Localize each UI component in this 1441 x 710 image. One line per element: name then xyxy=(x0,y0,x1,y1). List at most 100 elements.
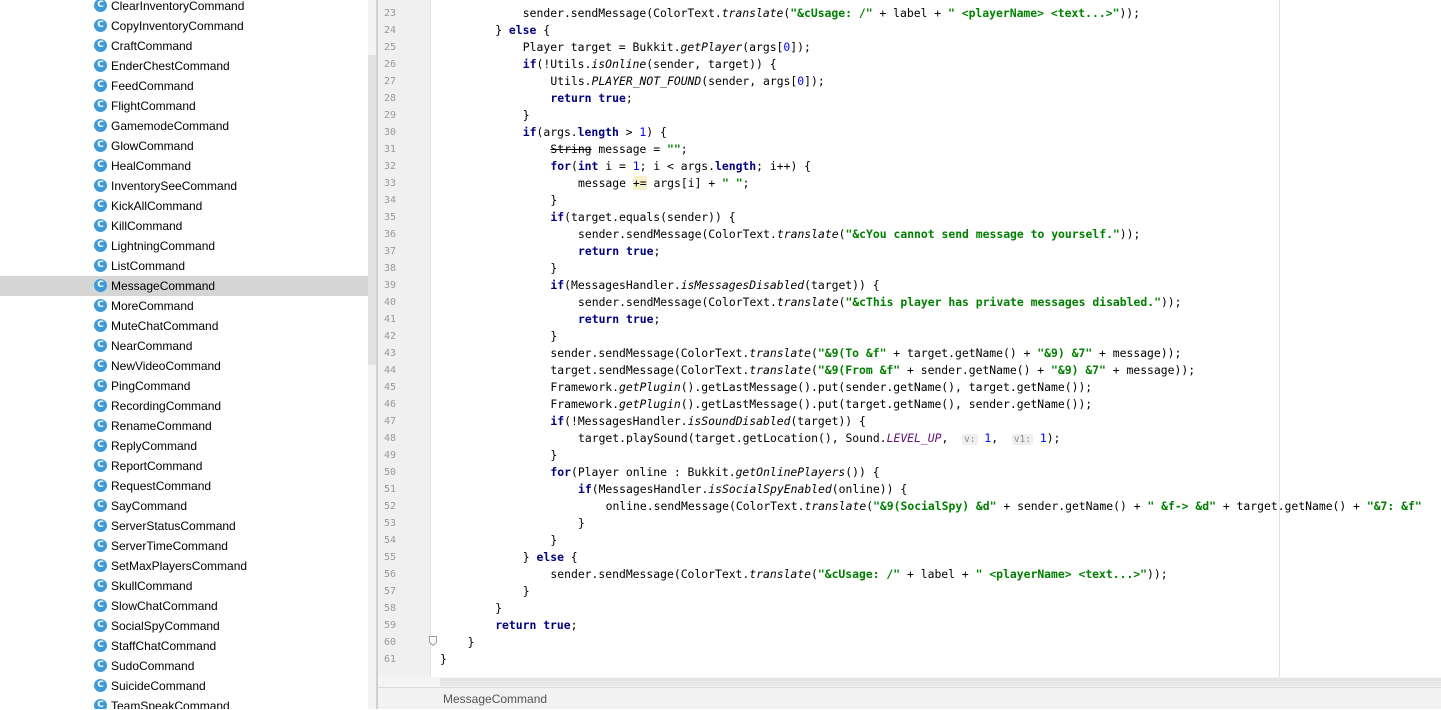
code-token: "" xyxy=(666,142,681,156)
code-token: + message)); xyxy=(1092,346,1182,360)
code-line: sender.sendMessage(ColorText.translate("… xyxy=(550,566,1167,583)
tree-item-enderchestcommand[interactable]: C EnderChestCommand xyxy=(0,56,368,76)
tree-item-socialspycommand[interactable]: C SocialSpyCommand xyxy=(0,616,368,636)
code-line: } xyxy=(468,634,475,651)
line-number: 52 xyxy=(383,501,396,512)
code-token: translate xyxy=(749,567,811,581)
tree-item-replycommand[interactable]: C ReplyCommand xyxy=(0,436,368,456)
tree-item-label: NewVideoCommand xyxy=(111,359,221,373)
tree-item-pingcommand[interactable]: C PingCommand xyxy=(0,376,368,396)
tree-item-healcommand[interactable]: C HealCommand xyxy=(0,156,368,176)
tree-item-label: GlowCommand xyxy=(111,139,194,153)
tree-item-feedcommand[interactable]: C FeedCommand xyxy=(0,76,368,96)
code-token: } xyxy=(550,533,558,547)
tree-item-reportcommand[interactable]: C ReportCommand xyxy=(0,456,368,476)
tree-item-label: ClearInventoryCommand xyxy=(111,0,245,13)
class-icon: C xyxy=(94,259,107,272)
tree-item-inventoryseecommand[interactable]: C InventorySeeCommand xyxy=(0,176,368,196)
tree-item-servertimecommand[interactable]: C ServerTimeCommand xyxy=(0,536,368,556)
tree-item-saycommand[interactable]: C SayCommand xyxy=(0,496,368,516)
code-token: translate xyxy=(749,346,811,360)
code-token: "&cUsage: /" xyxy=(817,567,901,581)
code-token: (online)) { xyxy=(831,482,908,496)
code-token: message xyxy=(578,176,633,190)
code-editor[interactable]: 23 24 25 26 27 28 29 30 31 32 33 34 35 36 37 38 39 40 41 42… xyxy=(378,0,1441,687)
tree-item-messagecommand[interactable]: C MessageCommand xyxy=(0,276,368,296)
tree-item-suicidecommand[interactable]: C SuicideCommand xyxy=(0,676,368,696)
class-icon: C xyxy=(94,159,107,172)
class-icon: C xyxy=(94,399,107,412)
code-token: else xyxy=(508,23,537,37)
tree-item-label: NearCommand xyxy=(111,339,193,353)
tree-item-label: KillCommand xyxy=(111,219,183,233)
tree-item-serverstatuscommand[interactable]: C ServerStatusCommand xyxy=(0,516,368,536)
line-number: 23 xyxy=(383,8,396,19)
tree-item-gamemodecommand[interactable]: C GamemodeCommand xyxy=(0,116,368,136)
tree-item-mutechatcommand[interactable]: C MuteChatCommand xyxy=(0,316,368,336)
tree-item-label: ServerTimeCommand xyxy=(111,539,228,553)
code-token: + label + xyxy=(900,567,976,581)
code-token: "&9(SocialSpy) &d" xyxy=(873,499,997,513)
line-number: 44 xyxy=(383,365,396,376)
tree-item-label: KickAllCommand xyxy=(111,199,203,213)
code-token: ()) { xyxy=(845,465,880,479)
code-line: for(Player online : Bukkit.getOnlinePlay… xyxy=(550,464,879,481)
code-token: for xyxy=(550,159,571,173)
code-token: + message)); xyxy=(1105,363,1196,377)
tree-item-label: MuteChatCommand xyxy=(111,319,219,333)
tree-item-label: ListCommand xyxy=(111,259,186,273)
code-token: } xyxy=(522,584,530,598)
tree-item-renamecommand[interactable]: C RenameCommand xyxy=(0,416,368,436)
editor-horizontal-scrollbar-thumb[interactable] xyxy=(440,678,1441,686)
tree-item-teamspeakcommand[interactable]: C TeamSpeakCommand xyxy=(0,696,368,709)
tree-item-listcommand[interactable]: C ListCommand xyxy=(0,256,368,276)
code-token: + target.getName() + xyxy=(1215,499,1367,513)
tree-item-copyinventorycommand[interactable]: C CopyInventoryCommand xyxy=(0,16,368,36)
line-number: 43 xyxy=(383,348,396,359)
tree-item-requestcommand[interactable]: C RequestCommand xyxy=(0,476,368,496)
tree-item-label: SkullCommand xyxy=(111,579,193,593)
tree-item-skullcommand[interactable]: C SkullCommand xyxy=(0,576,368,596)
tree-item-recordingcommand[interactable]: C RecordingCommand xyxy=(0,396,368,416)
tree-item-killcommand[interactable]: C KillCommand xyxy=(0,216,368,236)
code-token: + sender.getName() + xyxy=(996,499,1148,513)
code-token: else xyxy=(536,550,564,564)
code-token: online.sendMessage(ColorText. xyxy=(605,499,805,513)
tree-item-flightcommand[interactable]: C FlightCommand xyxy=(0,96,368,116)
project-tree-scrollbar-thumb[interactable] xyxy=(368,55,376,365)
code-token: isSocialSpyEnabled xyxy=(708,482,832,496)
tree-item-kickallcommand[interactable]: C KickAllCommand xyxy=(0,196,368,216)
line-number: 33 xyxy=(383,178,396,189)
code-token: ( xyxy=(570,159,578,173)
editor-horizontal-scrollbar[interactable] xyxy=(378,677,1441,687)
code-token: ; xyxy=(680,142,688,156)
tree-item-newvideocommand[interactable]: C NewVideoCommand xyxy=(0,356,368,376)
project-tree-scrollbar[interactable] xyxy=(368,0,376,709)
tree-item-slowchatcommand[interactable]: C SlowChatCommand xyxy=(0,596,368,616)
breadcrumb-class-name[interactable]: MessageCommand xyxy=(443,688,547,710)
tree-item-staffchatcommand[interactable]: C StaffChatCommand xyxy=(0,636,368,656)
code-token: i = xyxy=(598,159,633,173)
code-token: sender.sendMessage(ColorText. xyxy=(578,295,777,309)
right-margin-guide xyxy=(1279,0,1280,687)
tree-item-nearcommand[interactable]: C NearCommand xyxy=(0,336,368,356)
line-number: 49 xyxy=(383,450,396,461)
tree-item-morecommand[interactable]: C MoreCommand xyxy=(0,296,368,316)
tree-item-craftcommand[interactable]: C CraftCommand xyxy=(0,36,368,56)
project-tree-panel: C ClearInventoryCommand C CopyInventoryComm… xyxy=(0,0,376,709)
tree-item-setmaxplayerscommand[interactable]: C SetMaxPlayersCommand xyxy=(0,556,368,576)
parameter-hint: v: xyxy=(962,434,978,445)
code-line: } xyxy=(550,192,557,209)
tree-item-sudocommand[interactable]: C SudoCommand xyxy=(0,656,368,676)
code-line: if(MessagesHandler.isSocialSpyEnabled(on… xyxy=(578,481,907,498)
tree-item-label: SocialSpyCommand xyxy=(111,619,220,633)
code-token: args[i] + xyxy=(646,176,723,190)
line-number: 26 xyxy=(383,59,396,70)
tree-item-label: ReplyCommand xyxy=(111,439,198,453)
tree-item-clearinventorycommand[interactable]: C ClearInventoryCommand xyxy=(0,0,368,16)
class-icon: C xyxy=(94,39,107,52)
tree-item-lightningcommand[interactable]: C LightningCommand xyxy=(0,236,368,256)
fold-icon[interactable] xyxy=(429,636,437,646)
tree-item-glowcommand[interactable]: C GlowCommand xyxy=(0,136,368,156)
class-icon: C xyxy=(94,679,107,692)
